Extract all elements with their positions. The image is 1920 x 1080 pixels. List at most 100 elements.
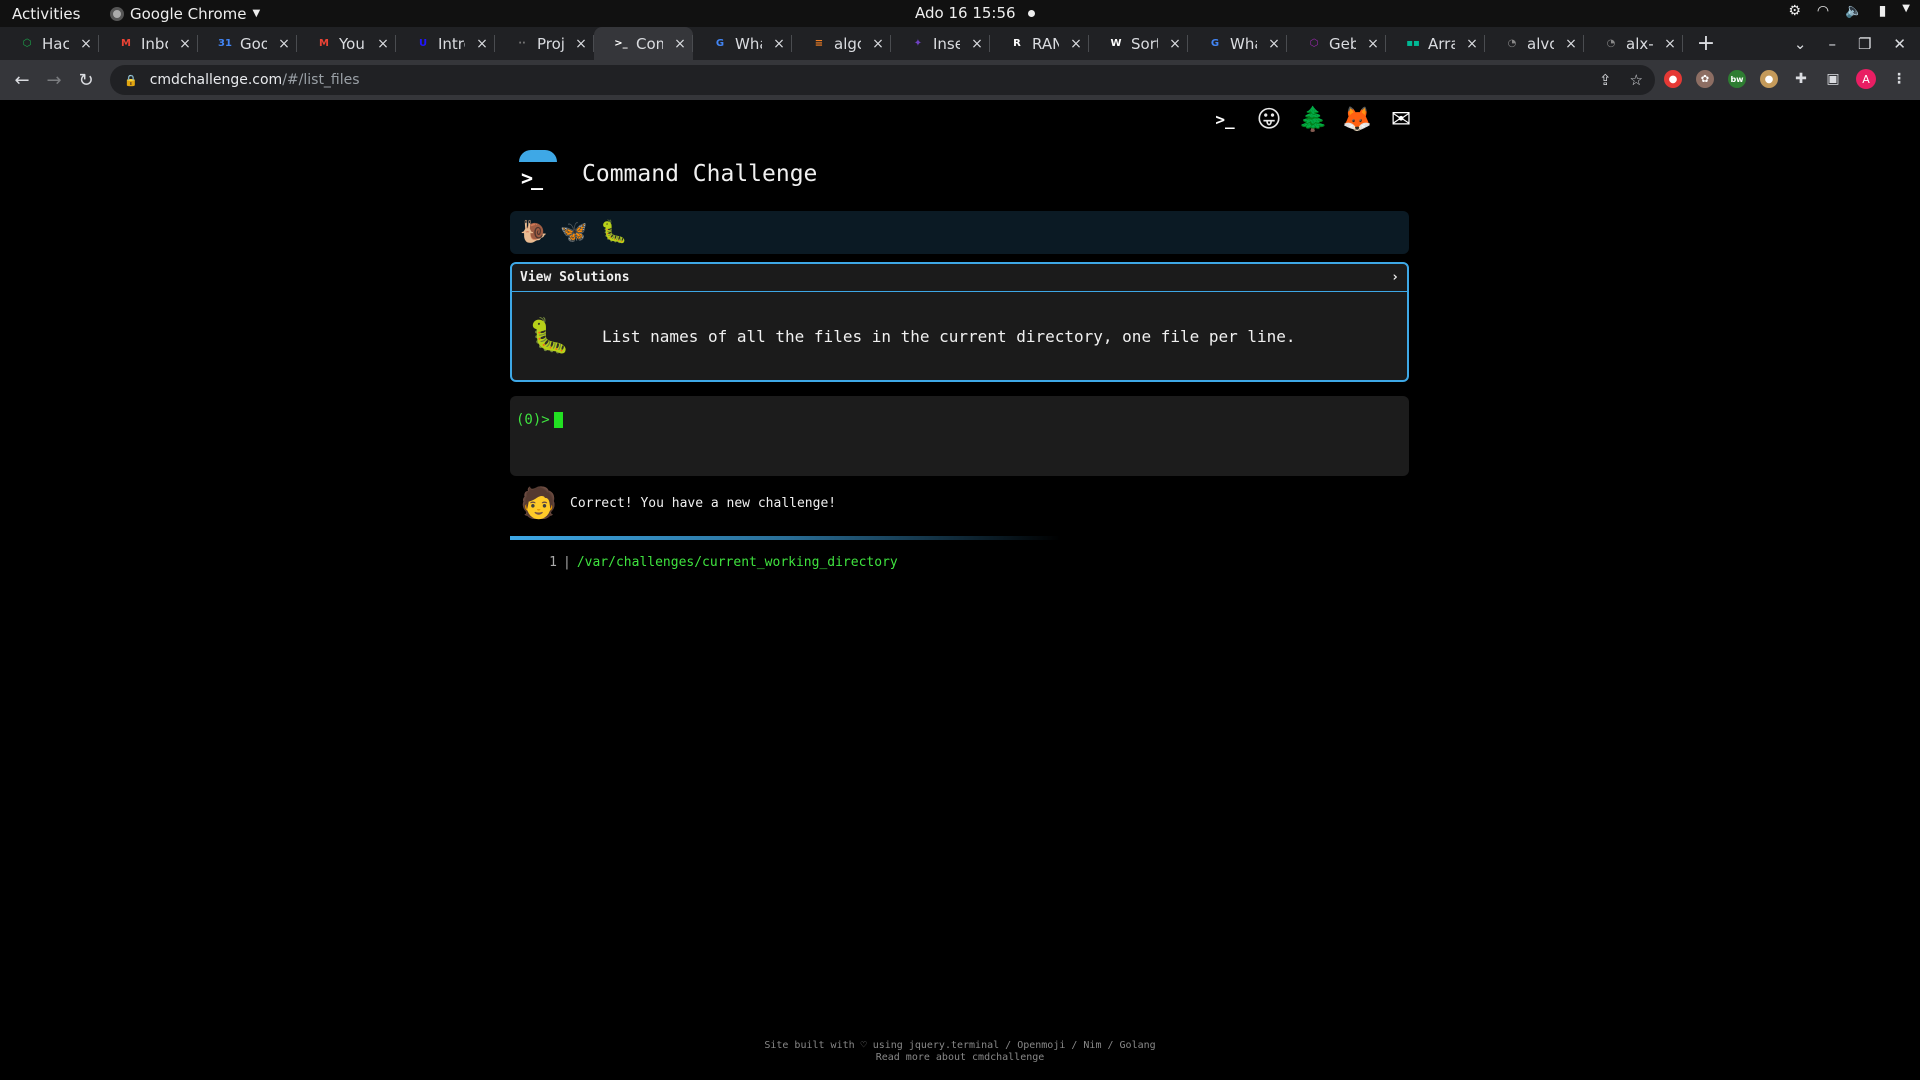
minimize-icon[interactable]: –: [1828, 35, 1836, 53]
puzzle-icon[interactable]: ✚: [1792, 70, 1810, 88]
tab-4[interactable]: U Intro ×: [396, 27, 495, 60]
output-line-number: 1: [549, 555, 557, 570]
bookmark-star-icon[interactable]: ☆: [1630, 71, 1643, 89]
feedback-text: Correct! You have a new challenge!: [570, 496, 837, 511]
tree-icon[interactable]: 🌲: [1298, 104, 1328, 134]
tab-16[interactable]: ◔ alx-sy ×: [1584, 27, 1683, 60]
butterfly-icon[interactable]: 🦋: [560, 220, 587, 245]
tab-6[interactable]: >_ Comr ×: [594, 27, 693, 60]
mail-icon[interactable]: ✉: [1386, 104, 1416, 134]
close-tab-icon[interactable]: ×: [671, 36, 689, 52]
battery-icon: ▮: [1878, 3, 1887, 19]
tab-2[interactable]: 31 Goog ×: [198, 27, 297, 60]
side-panel-icon[interactable]: ▣: [1824, 70, 1842, 88]
tab-1[interactable]: M Inbox ×: [99, 27, 198, 60]
output-separator: |: [563, 555, 571, 570]
close-tab-icon[interactable]: ×: [869, 36, 887, 52]
close-tab-icon[interactable]: ×: [374, 36, 392, 52]
chrome-icon: [110, 6, 124, 21]
chevron-down-icon: ▼: [1902, 3, 1910, 14]
face-icon[interactable]: 😛: [1254, 104, 1284, 134]
footer-about-link[interactable]: Read more about cmdchallenge: [0, 1052, 1920, 1064]
command-challenge-logo-icon[interactable]: >_: [515, 150, 557, 192]
google-icon: G: [715, 38, 725, 49]
screen-share-icon: ⚙: [1788, 3, 1801, 19]
new-tab-icon[interactable]: +: [1691, 31, 1721, 56]
view-solutions-toggle[interactable]: View Solutions ›: [512, 264, 1407, 292]
close-tab-icon[interactable]: ×: [473, 36, 491, 52]
address-bar[interactable]: 🔒 cmdchallenge.com/#/list_files ⇪ ☆: [110, 65, 1655, 95]
tab-5[interactable]: ·· Proje ×: [495, 27, 594, 60]
forward-icon[interactable]: →: [38, 70, 70, 91]
extension-red-icon[interactable]: ●: [1664, 70, 1682, 88]
terminal-input[interactable]: (0)>: [510, 396, 1409, 476]
close-tab-icon[interactable]: ×: [770, 36, 788, 52]
close-tab-icon[interactable]: ×: [1463, 36, 1481, 52]
close-tab-icon[interactable]: ×: [572, 36, 590, 52]
tab-3[interactable]: M Your ×: [297, 27, 396, 60]
system-tray[interactable]: ⚙ ◠ 🔈 ▮ ▼: [1788, 3, 1910, 19]
close-window-icon[interactable]: ✕: [1893, 35, 1906, 53]
close-tab-icon[interactable]: ×: [1067, 36, 1085, 52]
tab-title: Comr: [636, 34, 663, 53]
lock-icon[interactable]: 🔒: [124, 74, 138, 87]
google-calendar-icon: 31: [218, 38, 232, 49]
back-icon[interactable]: ←: [6, 70, 38, 91]
close-tab-icon[interactable]: ×: [1364, 36, 1382, 52]
chevron-right-icon: ›: [1391, 270, 1399, 285]
clock[interactable]: Ado 16 15:56: [915, 4, 1035, 22]
tab-title: alx-sy: [1626, 34, 1653, 53]
stackoverflow-icon: ≡: [814, 38, 824, 49]
challenge-description: List names of all the files in the curre…: [602, 326, 1296, 346]
tab-search-icon[interactable]: ⌄: [1794, 35, 1807, 53]
app-menu[interactable]: Google Chrome ▼: [110, 5, 260, 23]
cookie-extension-icon[interactable]: ✿: [1696, 70, 1714, 88]
hackerrank-icon: ⬡: [22, 38, 32, 49]
close-tab-icon[interactable]: ×: [176, 36, 194, 52]
worm-icon[interactable]: 🐛: [600, 220, 627, 245]
restore-icon[interactable]: ❐: [1858, 35, 1871, 53]
terminal-logo-icon[interactable]: >_: [1210, 104, 1240, 134]
gitlab-icon[interactable]: 🦊: [1342, 104, 1372, 134]
bw-extension-icon[interactable]: bw: [1728, 70, 1746, 88]
close-tab-icon[interactable]: ×: [1661, 36, 1679, 52]
tab-11[interactable]: W Sorti ×: [1089, 27, 1188, 60]
tab-13[interactable]: ⬡ Gebe ×: [1287, 27, 1386, 60]
share-icon[interactable]: ⇪: [1599, 71, 1612, 89]
close-tab-icon[interactable]: ×: [77, 36, 95, 52]
tab-15[interactable]: ◔ alvo2 ×: [1485, 27, 1584, 60]
tab-10[interactable]: R RANI ×: [990, 27, 1089, 60]
volume-icon: 🔈: [1845, 3, 1863, 19]
tab-title: What: [735, 34, 762, 53]
tab-title: Hack: [42, 34, 69, 53]
reload-icon[interactable]: ↻: [70, 70, 102, 91]
close-tab-icon[interactable]: ×: [1562, 36, 1580, 52]
tab-0[interactable]: ⬡ Hack ×: [0, 27, 99, 60]
progress-bar: [510, 536, 1060, 540]
system-top-bar: Activities Google Chrome ▼ Ado 16 15:56 …: [0, 0, 1920, 27]
activities-button[interactable]: Activities: [0, 5, 90, 23]
window-controls: ⌄ – ❐ ✕: [1794, 27, 1920, 60]
project-icon: ··: [518, 38, 526, 49]
menu-kebab-icon[interactable]: ⋮: [1890, 70, 1908, 88]
gmail-icon: M: [121, 38, 131, 49]
cookie-icon[interactable]: ●: [1760, 70, 1778, 88]
url-path: /#/list_files: [282, 72, 360, 88]
gmail-icon: M: [319, 38, 329, 49]
tab-title: Proje: [537, 34, 564, 53]
footer: Site built with ♡ using jquery.terminal …: [0, 1040, 1920, 1064]
close-tab-icon[interactable]: ×: [1265, 36, 1283, 52]
profile-avatar[interactable]: A: [1856, 69, 1876, 89]
close-tab-icon[interactable]: ×: [275, 36, 293, 52]
close-tab-icon[interactable]: ×: [1166, 36, 1184, 52]
tab-9[interactable]: ✦ Inser ×: [891, 27, 990, 60]
tab-8[interactable]: ≡ algor ×: [792, 27, 891, 60]
tab-7[interactable]: G What ×: [693, 27, 792, 60]
snail-icon[interactable]: 🐌: [520, 220, 547, 245]
tab-14[interactable]: ▪▪ Array ×: [1386, 27, 1485, 60]
app-name: Google Chrome: [130, 4, 247, 23]
close-tab-icon[interactable]: ×: [968, 36, 986, 52]
udacity-icon: U: [418, 38, 428, 49]
tab-12[interactable]: G What ×: [1188, 27, 1287, 60]
tab-title: Array: [1428, 34, 1455, 53]
